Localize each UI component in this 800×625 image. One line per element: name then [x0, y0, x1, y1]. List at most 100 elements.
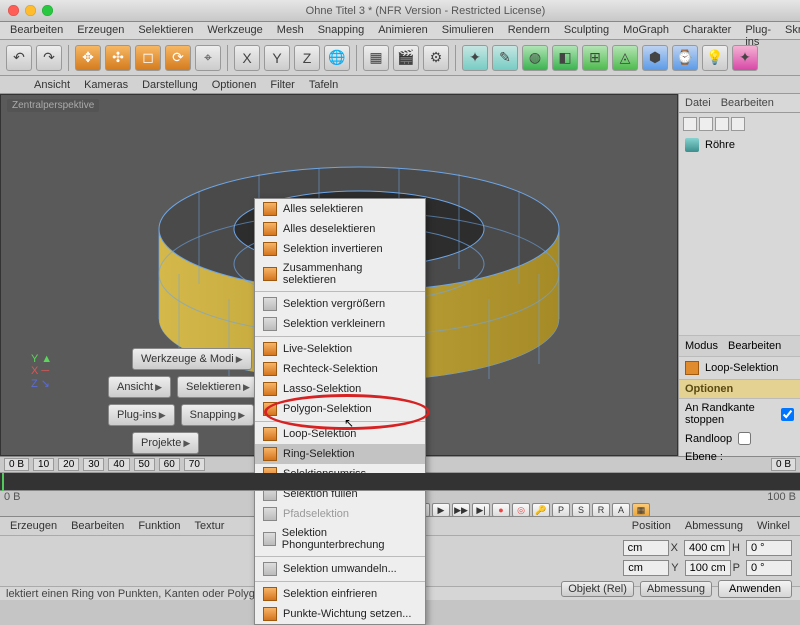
ctx-zusammenhang[interactable]: Zusammenhang selektieren — [255, 259, 425, 289]
menu-charakter[interactable]: Charakter — [683, 24, 731, 37]
zoom-icon[interactable] — [42, 5, 53, 16]
menu-rendern[interactable]: Rendern — [508, 24, 550, 37]
ctx-alles-deselektieren[interactable]: Alles deselektieren — [255, 219, 425, 239]
ctx-einfrieren[interactable]: Selektion einfrieren — [255, 584, 425, 604]
ctx-umwandeln[interactable]: Selektion umwandeln... — [255, 559, 425, 579]
menu-mesh[interactable]: Mesh — [277, 24, 304, 37]
sub-werkzeuge[interactable]: Werkzeuge & Modi▶ — [132, 348, 252, 370]
ctx-phong[interactable]: Selektion Phongunterbrechung — [255, 524, 425, 554]
size-y[interactable]: 100 cm — [685, 560, 731, 576]
size-x[interactable]: 400 cm — [684, 540, 730, 556]
view-optionen[interactable]: Optionen — [212, 79, 257, 91]
ctx-polygon-selektion[interactable]: Polygon-Selektion — [255, 399, 425, 419]
null-object-button[interactable]: ✦ — [462, 45, 488, 71]
ctx-vergroessern[interactable]: Selektion vergrößern — [255, 294, 425, 314]
tool-e[interactable]: ⌖ — [195, 45, 221, 71]
menu-sculpting[interactable]: Sculpting — [564, 24, 609, 37]
key-s[interactable]: S — [572, 503, 590, 517]
om-icon[interactable] — [715, 117, 729, 131]
key-p[interactable]: P — [552, 503, 570, 517]
menu-simulieren[interactable]: Simulieren — [442, 24, 494, 37]
redo-button[interactable]: ↷ — [36, 45, 62, 71]
rot-h[interactable]: 0 ° — [746, 540, 792, 556]
menu-erzeugen[interactable]: Erzeugen — [77, 24, 124, 37]
timeline-rail[interactable] — [0, 473, 800, 491]
scale-tool[interactable]: ◻ — [135, 45, 161, 71]
tab-bearbeiten[interactable]: Bearbeiten — [71, 520, 124, 532]
render-settings-button[interactable]: ⚙ — [423, 45, 449, 71]
sub-snapping[interactable]: Snapping▶ — [181, 404, 254, 426]
menu-animieren[interactable]: Animieren — [378, 24, 428, 37]
light-button[interactable]: 💡 — [702, 45, 728, 71]
axis-x-button[interactable]: X — [234, 45, 260, 71]
generator-button[interactable]: ◧ — [552, 45, 578, 71]
ctx-verkleinern[interactable]: Selektion verkleinern — [255, 314, 425, 334]
world-toggle[interactable]: 🌐 — [324, 45, 350, 71]
environment-button[interactable]: ⬢ — [642, 45, 668, 71]
scale-start[interactable]: 0 B — [4, 491, 21, 503]
opt-randkante-check[interactable] — [781, 408, 794, 421]
ctx-alles-selektieren[interactable]: Alles selektieren — [255, 199, 425, 219]
sub-projekte[interactable]: Projekte▶ — [132, 432, 199, 454]
deformer-button[interactable]: ◬ — [612, 45, 638, 71]
render-view-button[interactable]: ▦ — [363, 45, 389, 71]
side-modus[interactable]: Modus — [685, 340, 718, 352]
om-icon[interactable] — [731, 117, 745, 131]
side-datei[interactable]: Datei — [685, 97, 711, 109]
menu-selektieren[interactable]: Selektieren — [138, 24, 193, 37]
ctx-lasso-selektion[interactable]: Lasso-Selektion — [255, 379, 425, 399]
om-icon[interactable] — [699, 117, 713, 131]
menu-werkzeuge[interactable]: Werkzeuge — [207, 24, 262, 37]
record-button[interactable]: ● — [492, 503, 510, 517]
spline-button[interactable]: ✎ — [492, 45, 518, 71]
side-bearbeiten[interactable]: Bearbeiten — [721, 97, 774, 109]
ctx-live-selektion[interactable]: Live-Selektion — [255, 339, 425, 359]
tab-erzeugen[interactable]: Erzeugen — [10, 520, 57, 532]
play-next-button[interactable]: ▶▶ — [452, 503, 470, 517]
ctx-invertieren[interactable]: Selektion invertieren — [255, 239, 425, 259]
view-filter[interactable]: Filter — [270, 79, 294, 91]
objrel-select[interactable]: Objekt (Rel) — [561, 581, 634, 597]
tab-funktion[interactable]: Funktion — [138, 520, 180, 532]
scale-end[interactable]: 100 B — [767, 491, 796, 503]
rotate-tool[interactable]: ⟳ — [165, 45, 191, 71]
key-a[interactable]: A — [612, 503, 630, 517]
menu-plugins[interactable]: Plug-ins — [745, 24, 771, 37]
tab-textur[interactable]: Textur — [195, 520, 225, 532]
undo-button[interactable]: ↶ — [6, 45, 32, 71]
minimize-icon[interactable] — [25, 5, 36, 16]
play-end-button[interactable]: ▶| — [472, 503, 490, 517]
key-button[interactable]: 🔑 — [532, 503, 550, 517]
close-icon[interactable] — [8, 5, 19, 16]
view-kameras[interactable]: Kameras — [84, 79, 128, 91]
abmess-select[interactable]: Abmessung — [640, 581, 712, 597]
ctx-wichtung[interactable]: Punkte-Wichtung setzen... — [255, 604, 425, 624]
view-ansicht[interactable]: Ansicht — [34, 79, 70, 91]
menu-bearbeiten[interactable]: Bearbeiten — [10, 24, 63, 37]
select-tool[interactable]: ✥ — [75, 45, 101, 71]
rot-p[interactable]: 0 ° — [746, 560, 792, 576]
layout-button[interactable]: ▦ — [632, 503, 650, 517]
side-bearbeiten2[interactable]: Bearbeiten — [728, 340, 781, 352]
pos-x-unit[interactable]: cm — [623, 540, 669, 556]
menu-skript[interactable]: Skript — [785, 24, 800, 37]
ctx-ring-selektion[interactable]: Ring-Selektion — [255, 444, 425, 464]
om-icon[interactable] — [683, 117, 697, 131]
key-r[interactable]: R — [592, 503, 610, 517]
view-darstellung[interactable]: Darstellung — [142, 79, 198, 91]
sub-plugins[interactable]: Plug-ins▶ — [108, 404, 175, 426]
ctx-loop-selektion[interactable]: Loop-Selektion — [255, 424, 425, 444]
ctx-rechteck-selektion[interactable]: Rechteck-Selektion — [255, 359, 425, 379]
playhead[interactable] — [2, 473, 4, 491]
array-button[interactable]: ⊞ — [582, 45, 608, 71]
object-tube[interactable]: Röhre — [679, 135, 800, 155]
pos-y-unit[interactable]: cm — [623, 560, 669, 576]
anwenden-button[interactable]: Anwenden — [718, 580, 792, 598]
view-tafeln[interactable]: Tafeln — [309, 79, 338, 91]
camera-button[interactable]: ⌚ — [672, 45, 698, 71]
render-pv-button[interactable]: 🎬 — [393, 45, 419, 71]
axis-y-button[interactable]: Y — [264, 45, 290, 71]
primitive-button[interactable]: ◍ — [522, 45, 548, 71]
axis-z-button[interactable]: Z — [294, 45, 320, 71]
sub-selektieren[interactable]: Selektieren▶ — [177, 376, 259, 398]
